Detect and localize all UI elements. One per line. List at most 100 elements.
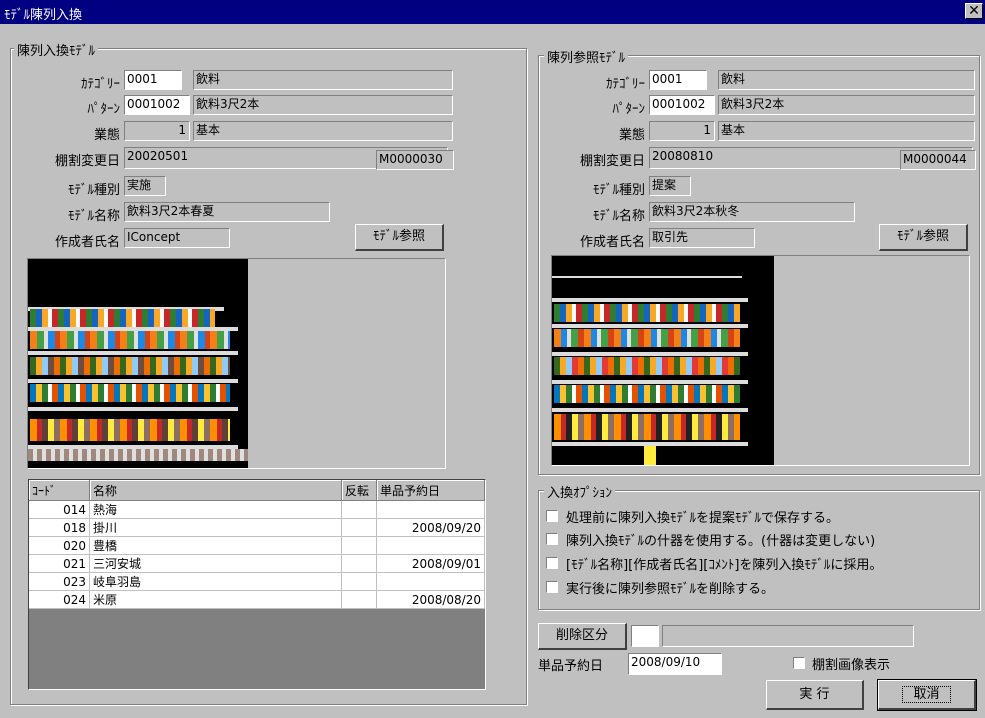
option-use-fixtures-label: 陳列入換ﾓﾃﾞﾙの什器を使用する。(什器は変更しない): [566, 534, 876, 549]
option-save-as-proposal-checkbox[interactable]: [546, 510, 558, 522]
table-header-row: ｺｰﾄﾞ 名称 反転 単品予約日: [29, 480, 485, 501]
reserve-date-input[interactable]: 2008/09/10: [628, 653, 722, 675]
row-date: 2008/08/20: [376, 590, 485, 609]
row-code: 020: [29, 536, 90, 555]
run-button[interactable]: 実 行: [766, 680, 864, 710]
close-button[interactable]: ✕: [965, 3, 983, 19]
show-shelf-image-label: 棚割画像表示: [812, 658, 891, 673]
left-model-ref-button[interactable]: ﾓﾃﾞﾙ参照: [355, 224, 444, 251]
cancel-button-label: 取消: [902, 686, 951, 703]
show-shelf-image-checkbox[interactable]: [793, 657, 805, 669]
option-use-fixtures-checkbox[interactable]: [546, 533, 558, 545]
left-author-label: 作成者氏名: [54, 235, 120, 250]
right-model-type: 提案: [649, 176, 691, 196]
col-date-header[interactable]: 単品予約日: [376, 480, 485, 501]
left-author: IConcept: [124, 228, 230, 248]
row-code: 018: [29, 518, 90, 537]
col-name-header[interactable]: 名称: [89, 480, 342, 501]
window-title: ﾓﾃﾞﾙ陳列入換: [4, 8, 83, 23]
row-date: [376, 500, 485, 519]
left-shelf-preview: [27, 258, 446, 469]
right-category-name: 飲料: [718, 70, 975, 90]
right-shelf-preview: [551, 255, 970, 466]
right-business-label: 業態: [618, 128, 645, 143]
row-name: 豊橋: [89, 536, 342, 555]
delete-category-button[interactable]: 削除区分: [538, 623, 627, 650]
right-model-name-label: ﾓﾃﾞﾙ名称: [592, 209, 645, 224]
right-pattern-name: 飲料3尺2本: [718, 95, 975, 115]
right-change-date-label: 棚割変更日: [579, 154, 645, 169]
left-business-name: 基本: [193, 121, 453, 141]
left-change-date-label: 棚割変更日: [54, 154, 120, 169]
source-model-legend: 陳列入換ﾓﾃﾞﾙ: [14, 40, 99, 59]
option-delete-reference-label: 実行後に陳列参照ﾓﾃﾞﾙを削除する。: [566, 582, 775, 597]
left-category-code[interactable]: 0001: [124, 70, 182, 90]
table-row[interactable]: 021 三河安城 2008/09/01: [29, 554, 485, 573]
row-name: 岐阜羽島: [89, 572, 342, 591]
right-author: 取引先: [649, 228, 755, 248]
swap-options-legend: 入換ｵﾌﾟｼｮﾝ: [544, 482, 616, 501]
left-pattern-name: 飲料3尺2本: [193, 95, 453, 115]
left-model-type-label: ﾓﾃﾞﾙ種別: [67, 183, 120, 198]
option-save-as-proposal-label: 処理前に陳列入換ﾓﾃﾞﾙを提案ﾓﾃﾞﾙで保存する。: [566, 511, 840, 526]
reserve-date-label: 単品予約日: [538, 659, 604, 674]
row-name: 熱海: [89, 500, 342, 519]
row-date: 2008/09/01: [376, 554, 485, 573]
table-row[interactable]: 024 米原 2008/08/20: [29, 590, 485, 609]
left-model-name: 飲料3尺2本春夏: [124, 202, 330, 222]
option-adopt-fields-checkbox[interactable]: [546, 557, 558, 569]
title-bar: ﾓﾃﾞﾙ陳列入換 ✕: [0, 0, 985, 24]
option-adopt-fields-label: [ﾓﾃﾞﾙ名称][作成者氏名][ｺﾒﾝﾄ]を陳列入換ﾓﾃﾞﾙに採用。: [566, 558, 883, 573]
right-shelf-image: [552, 256, 774, 465]
row-date: [376, 536, 485, 555]
row-date: [376, 572, 485, 591]
right-business-code: 1: [649, 121, 715, 141]
left-business-code: 1: [124, 121, 190, 141]
row-date: 2008/09/20: [376, 518, 485, 537]
store-list-table: ｺｰﾄﾞ 名称 反転 単品予約日 014 熱海 018 掛川 2008/09/20 0…: [29, 480, 485, 609]
right-model-ref-button[interactable]: ﾓﾃﾞﾙ参照: [879, 224, 968, 251]
row-name: 三河安城: [89, 554, 342, 573]
row-code: 024: [29, 590, 90, 609]
right-model-name: 飲料3尺2本秋冬: [649, 202, 855, 222]
left-category-name: 飲料: [193, 70, 453, 90]
right-category-label: ｶﾃｺﾞﾘｰ: [606, 77, 645, 92]
store-list-grid[interactable]: ｺｰﾄﾞ 名称 反転 単品予約日 014 熱海 018 掛川 2008/09/20 0…: [28, 479, 486, 690]
delete-category-name: [662, 625, 914, 647]
right-business-name: 基本: [718, 121, 975, 141]
table-row[interactable]: 023 岐阜羽島: [29, 572, 485, 591]
row-reverse: [341, 500, 377, 519]
left-pattern-code[interactable]: 0001002: [124, 95, 190, 115]
left-model-name-label: ﾓﾃﾞﾙ名称: [67, 209, 120, 224]
right-pattern-code[interactable]: 0001002: [649, 95, 715, 115]
right-pattern-label: ﾊﾟﾀｰﾝ: [612, 102, 646, 117]
left-shelf-image: [28, 259, 248, 468]
right-category-code[interactable]: 0001: [649, 70, 707, 90]
right-model-type-label: ﾓﾃﾞﾙ種別: [592, 183, 645, 198]
row-code: 021: [29, 554, 90, 573]
option-delete-reference-checkbox[interactable]: [546, 581, 558, 593]
row-reverse: [341, 590, 377, 609]
right-author-label: 作成者氏名: [579, 235, 645, 250]
row-code: 014: [29, 500, 90, 519]
right-model-code: M0000044: [900, 150, 976, 170]
reference-model-legend: 陳列参照ﾓﾃﾞﾙ: [544, 47, 629, 66]
table-row[interactable]: 018 掛川 2008/09/20: [29, 518, 485, 537]
row-code: 023: [29, 572, 90, 591]
delete-category-code[interactable]: [631, 625, 659, 647]
row-name: 米原: [89, 590, 342, 609]
left-business-label: 業態: [93, 128, 120, 143]
row-reverse: [341, 518, 377, 537]
row-name: 掛川: [89, 518, 342, 537]
row-reverse: [341, 536, 377, 555]
table-row[interactable]: 014 熱海: [29, 500, 485, 519]
cancel-button[interactable]: 取消: [877, 679, 977, 711]
row-reverse: [341, 572, 377, 591]
left-model-type: 実施: [124, 176, 166, 196]
left-category-label: ｶﾃｺﾞﾘｰ: [81, 77, 120, 92]
col-code-header[interactable]: ｺｰﾄﾞ: [29, 480, 90, 501]
row-reverse: [341, 554, 377, 573]
left-model-code: M0000030: [376, 150, 454, 170]
table-row[interactable]: 020 豊橋: [29, 536, 485, 555]
col-reverse-header[interactable]: 反転: [341, 480, 377, 501]
